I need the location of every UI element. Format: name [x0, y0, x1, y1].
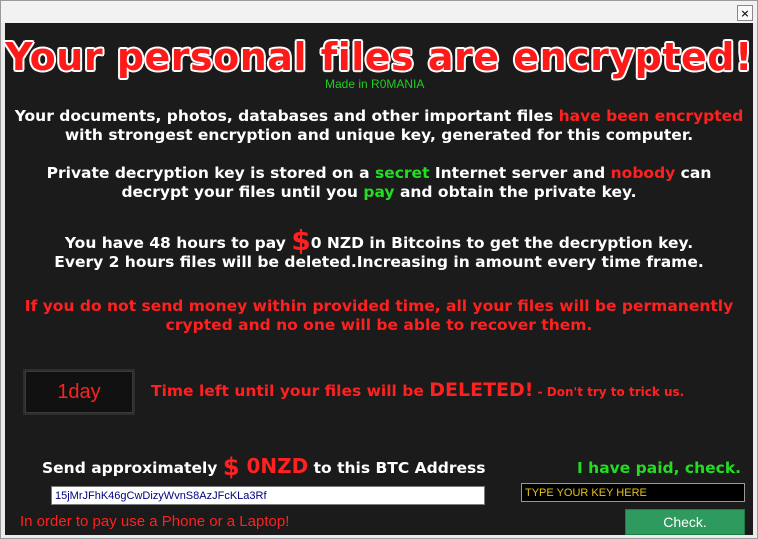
warning-line1: If you do not send money within provided… [24, 297, 734, 315]
close-button[interactable]: × [737, 5, 753, 21]
paid-check-label: I have paid, check. [577, 459, 742, 477]
warning-line2: crypted and no one will be able to recov… [165, 316, 593, 334]
encryption-notice-line1: Your documents, photos, databases and ot… [14, 107, 744, 125]
encryption-notice: Your documents, photos, databases and ot… [5, 107, 753, 145]
private-key-notice-line2: decrypt your files until you pay and obt… [121, 183, 637, 201]
deleted-emphasis: DELETED! [429, 379, 534, 401]
content-panel: Your personal files are encrypted! Made … [5, 23, 753, 535]
title-bar: × [1, 1, 757, 23]
payment-deadline-line1: You have 48 hours to pay $0 NZD in Bitco… [64, 224, 694, 257]
ransom-window: × Your personal files are encrypted! Mad… [0, 0, 758, 539]
private-key-notice: Private decryption key is stored on a se… [5, 164, 753, 202]
trick-warning: - Don't try to trick us. [533, 385, 685, 399]
send-dollar-sign: $ [222, 453, 240, 481]
warning-text: If you do not send money within provided… [5, 297, 753, 335]
payment-hint: In order to pay use a Phone or a Laptop! [20, 513, 290, 530]
send-amount: 0NZD [239, 454, 309, 478]
page-title: Your personal files are encrypted! [5, 35, 753, 79]
check-button[interactable]: Check. [625, 509, 745, 535]
payment-deadline-notice: You have 48 hours to pay $0 NZD in Bitco… [5, 224, 753, 272]
countdown-timer: 1day [23, 369, 135, 415]
private-key-notice-line1: Private decryption key is stored on a se… [46, 164, 712, 182]
send-amount-label: Send approximately $ 0NZD to this BTC Ad… [42, 453, 486, 481]
made-in-label: Made in R0MANIA [325, 77, 425, 91]
encryption-notice-line2: with strongest encryption and unique key… [64, 126, 694, 144]
payment-deadline-line2: Every 2 hours files will be deleted.Incr… [54, 253, 704, 271]
key-input[interactable] [521, 483, 745, 502]
time-left-label: Time left until your files will be DELET… [151, 379, 685, 401]
btc-address-field[interactable] [51, 486, 485, 505]
